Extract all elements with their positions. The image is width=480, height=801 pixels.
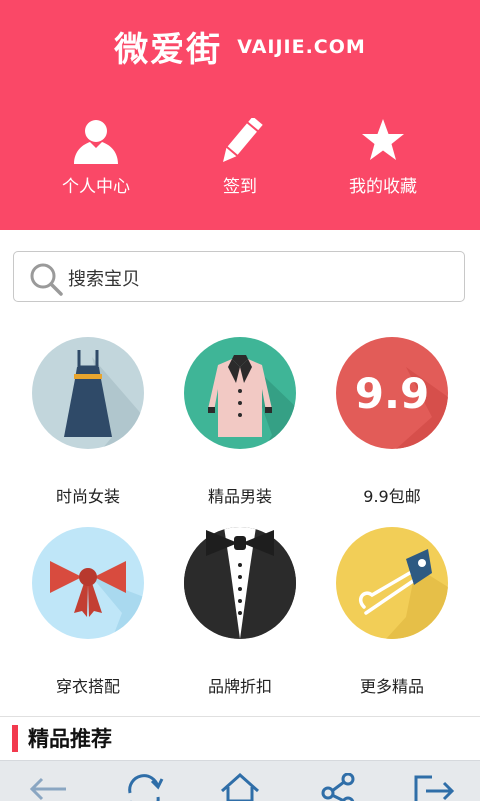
nav-my-favorites[interactable]: 我的收藏: [313, 118, 453, 197]
category-label: 更多精品: [359, 677, 424, 696]
share-icon[interactable]: [318, 773, 358, 801]
back-arrow-icon[interactable]: [28, 773, 68, 801]
app-header: 微爱街 VAIJIE.COM 个人中心 签到 我的收藏: [0, 0, 480, 230]
category-label: 时尚女装: [55, 487, 120, 506]
logo-cn: 微爱街: [114, 30, 223, 70]
bow-icon: [32, 527, 144, 639]
nav-personal-center[interactable]: 个人中心: [26, 118, 166, 197]
nine-nine-icon: 9.9: [336, 337, 448, 449]
category-label: 精品男装: [207, 487, 272, 506]
app-logo: 微爱街 VAIJIE.COM: [0, 22, 480, 71]
category-mens-fashion[interactable]: 精品男装: [160, 337, 320, 507]
person-icon: [74, 120, 118, 164]
star-icon: [362, 119, 404, 160]
exit-icon[interactable]: [412, 773, 456, 801]
nav-label: 签到: [223, 177, 257, 197]
nav-label: 我的收藏: [349, 177, 417, 197]
category-label: 9.9包邮: [363, 487, 421, 506]
nav-label: 个人中心: [62, 177, 130, 197]
refresh-icon[interactable]: [122, 773, 166, 801]
section-divider: [0, 716, 480, 717]
home-icon[interactable]: [220, 773, 260, 801]
jacket-icon: [184, 337, 296, 449]
search-icon: [30, 263, 63, 296]
category-free-shipping[interactable]: 9.9 9.9包邮: [312, 337, 472, 507]
section-accent-bar: [12, 725, 18, 752]
nav-check-in[interactable]: 签到: [170, 118, 310, 197]
category-outfit-matching[interactable]: 穿衣搭配: [8, 527, 168, 697]
bottom-toolbar: [0, 760, 480, 801]
badge-text: 9.9: [355, 369, 429, 418]
category-label: 穿衣搭配: [55, 677, 120, 696]
pencil-icon: [223, 118, 263, 163]
category-womens-fashion[interactable]: 时尚女装: [8, 337, 168, 507]
bow-tie-icon: [206, 530, 274, 556]
search-box[interactable]: 搜索宝贝: [13, 251, 465, 302]
section-title: 精品推荐: [28, 727, 112, 751]
dress-icon: [32, 337, 144, 449]
search-placeholder: 搜索宝贝: [68, 269, 140, 290]
safety-pin-icon: [336, 527, 448, 639]
category-label: 品牌折扣: [207, 677, 272, 696]
logo-en: VAIJIE.COM: [237, 35, 366, 58]
category-more-products[interactable]: 更多精品: [312, 527, 472, 697]
